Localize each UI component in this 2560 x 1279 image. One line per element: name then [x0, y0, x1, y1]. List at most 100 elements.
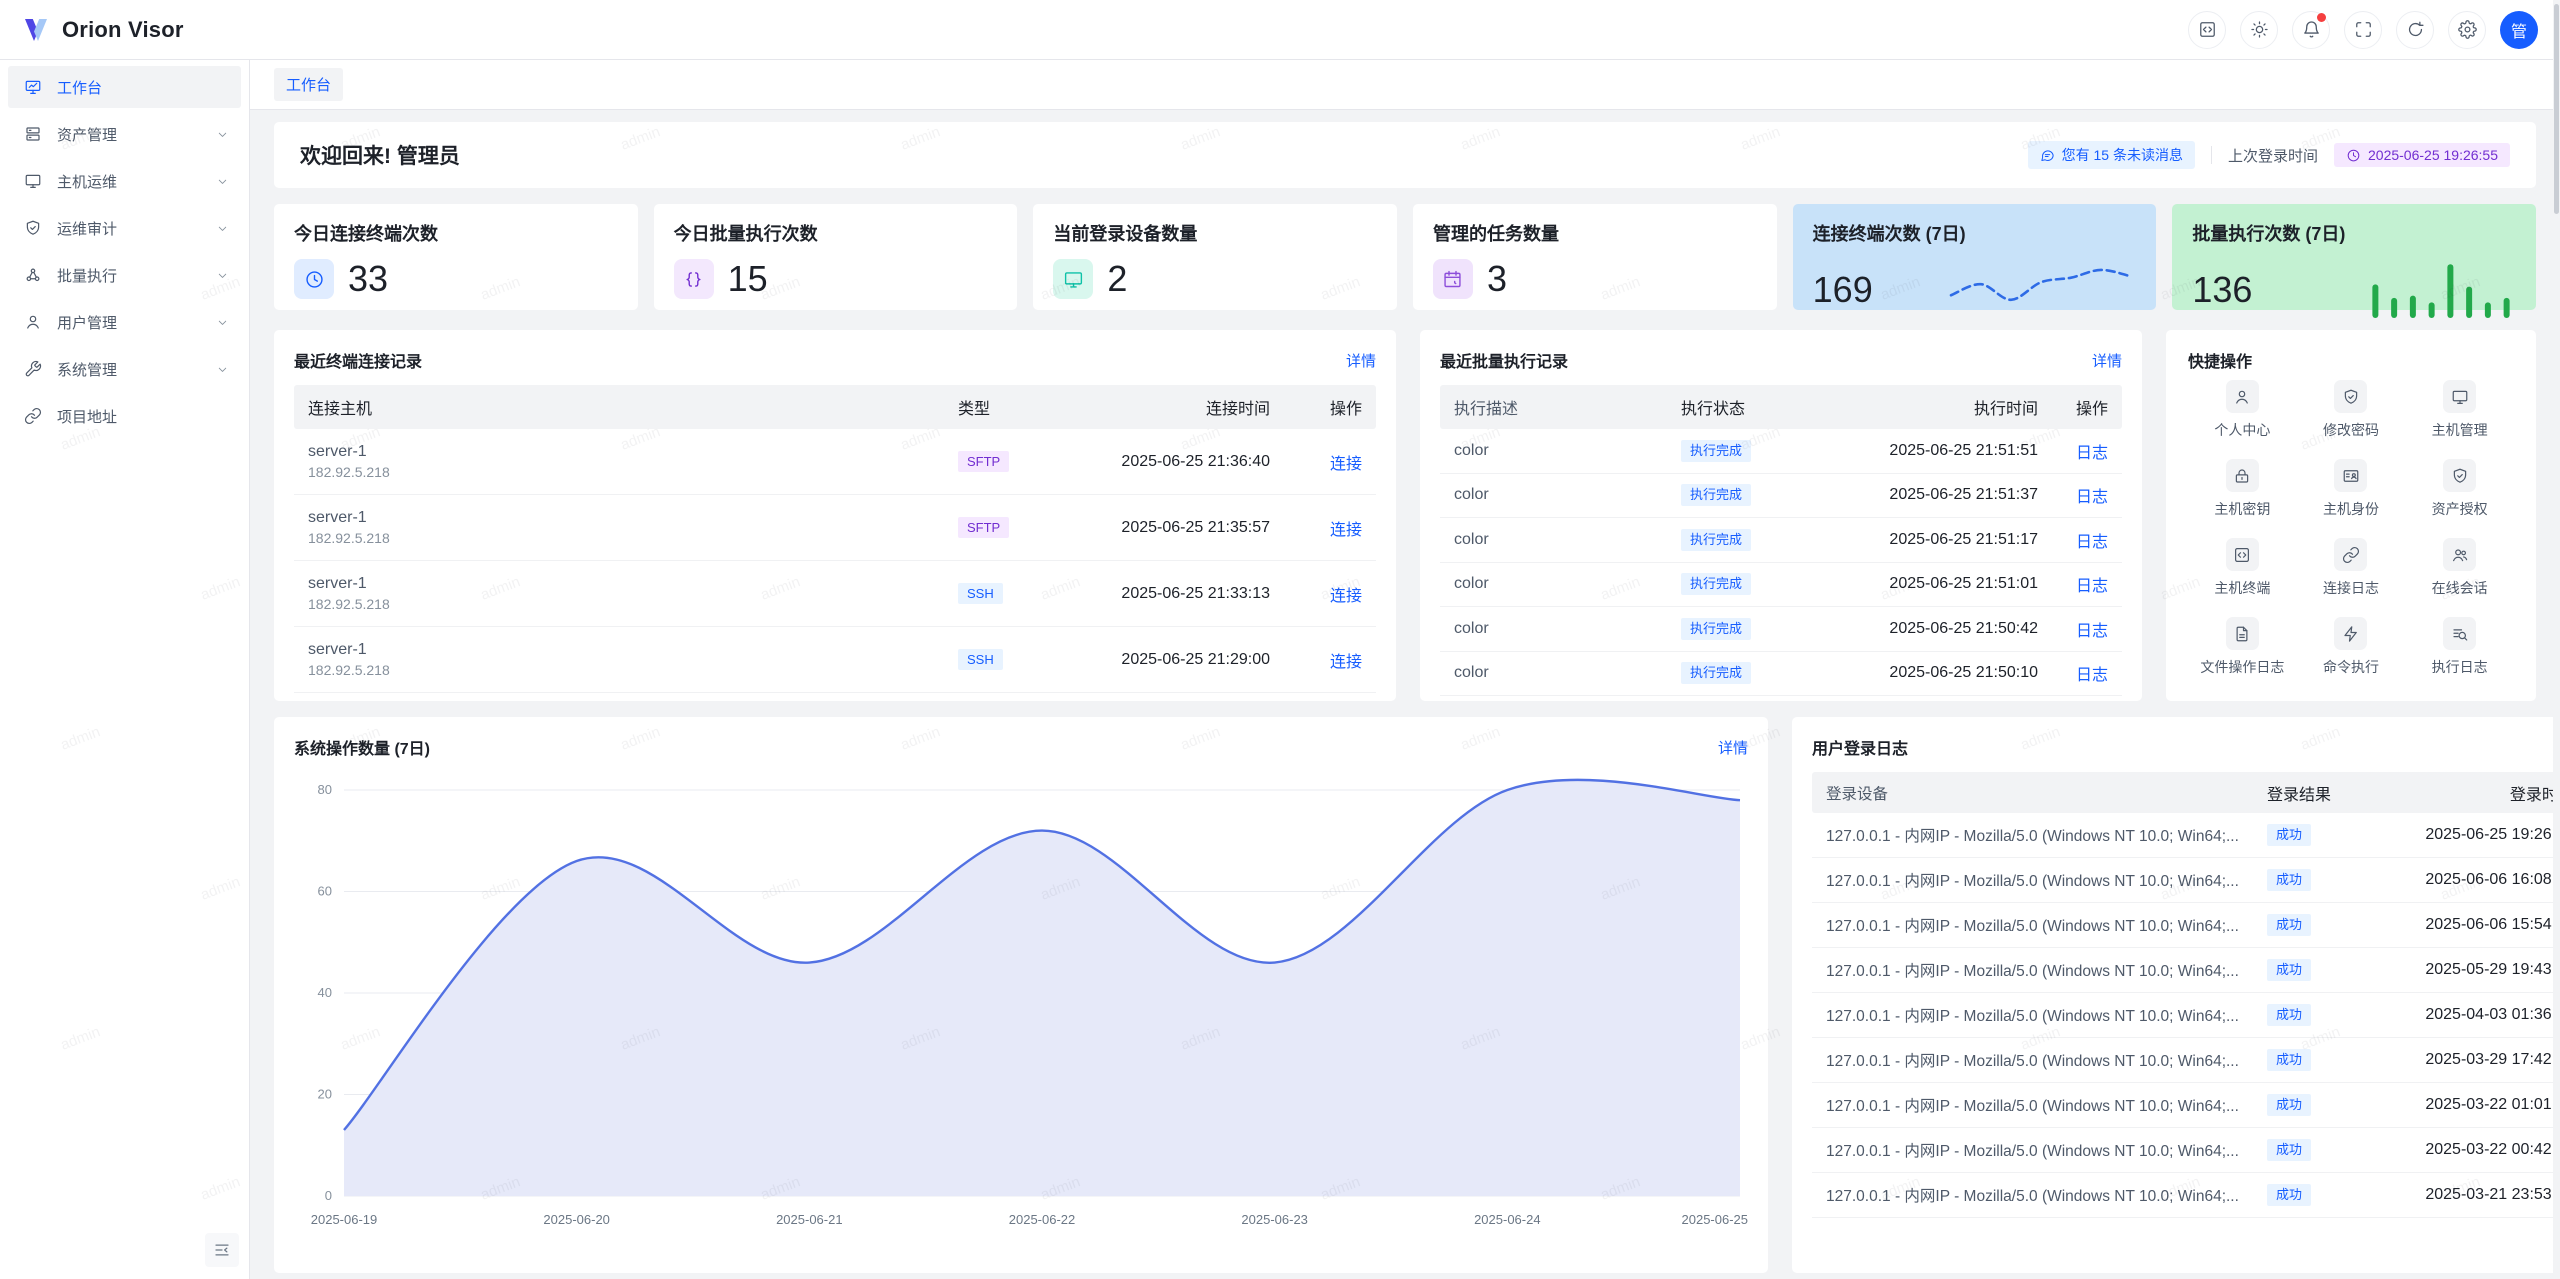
refresh-icon	[2406, 20, 2425, 39]
user-avatar[interactable]: 管	[2500, 11, 2538, 49]
quick-action-label: 执行日志	[2432, 657, 2488, 677]
sidebar-item-system-management[interactable]: 系统管理	[8, 348, 241, 390]
scrollbar-thumb[interactable]	[2554, 4, 2559, 214]
sidebar-item-label: 用户管理	[57, 312, 117, 333]
theme-toggle-button[interactable]	[2240, 11, 2278, 49]
notifications-button[interactable]	[2292, 11, 2330, 49]
topbar: Orion Visor 管	[0, 0, 2560, 60]
users-icon	[2451, 546, 2469, 564]
connect-link[interactable]: 连接	[1330, 654, 1362, 671]
table-row: color执行完成2025-06-25 21:51:17日志	[1440, 518, 2122, 563]
sidebar-item-label: 资产管理	[57, 124, 117, 145]
code-square-icon	[2226, 538, 2259, 571]
stat-label: 今日连接终端次数	[294, 220, 618, 246]
stat-card-batch-week: 批量执行次数 (7日) 136	[2172, 204, 2536, 310]
quick-action-online-sessions[interactable]: 在线会话	[2405, 538, 2514, 598]
batch-records-detail-link[interactable]: 详情	[2092, 350, 2122, 371]
connect-time: 2025-06-25 21:33:13	[1054, 585, 1284, 603]
sidebar-item-user-management[interactable]: 用户管理	[8, 301, 241, 343]
quick-action-label: 主机管理	[2432, 420, 2488, 440]
svg-text:2025-06-21: 2025-06-21	[776, 1212, 843, 1227]
chevron-down-icon	[216, 128, 229, 141]
terminal-records-detail-link[interactable]: 详情	[1346, 350, 1376, 371]
sidebar-item-workbench[interactable]: 工作台	[8, 66, 241, 108]
login-result-badge: 成功	[2267, 1049, 2311, 1071]
sidebar-item-host-ops[interactable]: 主机运维	[8, 160, 241, 202]
status-badge: 执行完成	[1681, 618, 1751, 640]
quick-action-execution-log[interactable]: 执行日志	[2405, 617, 2514, 677]
code-settings-button[interactable]	[2188, 11, 2226, 49]
login-result-badge: 成功	[2267, 824, 2311, 846]
login-device: 127.0.0.1 - 内网IP - Mozilla/5.0 (Windows …	[1812, 1004, 2253, 1026]
content: 欢迎回来! 管理员 您有 15 条未读消息 上次登录时间 2025-06-25 …	[250, 110, 2560, 1279]
host-ip: 182.92.5.218	[308, 662, 930, 678]
refresh-button[interactable]	[2396, 11, 2434, 49]
last-login-time: 2025-06-25 19:26:55	[2368, 147, 2498, 163]
connect-link[interactable]: 连接	[1330, 522, 1362, 539]
breadcrumb-item-workbench[interactable]: 工作台	[274, 68, 343, 101]
login-result-badge: 成功	[2267, 914, 2311, 936]
quick-action-host-keys[interactable]: 主机密钥	[2188, 459, 2297, 519]
exec-time: 2025-06-25 21:51:17	[1817, 531, 2052, 549]
quick-action-host-terminal[interactable]: 主机终端	[2188, 538, 2297, 598]
sidebar-item-label: 项目地址	[57, 406, 117, 427]
log-link[interactable]: 日志	[2076, 489, 2108, 506]
bottom-row: 系统操作数量 (7日) 详情 0204060802025-06-192025-0…	[274, 717, 2536, 1273]
log-link[interactable]: 日志	[2076, 534, 2108, 551]
orion-visor-dashboard: Orion Visor 管 工作台资产管理主机运维运维审计批量执行用户管理系统管…	[0, 0, 2560, 1279]
batch-icon	[24, 266, 42, 284]
quick-action-host-identity[interactable]: 主机身份	[2297, 459, 2406, 519]
unread-messages-chip[interactable]: 您有 15 条未读消息	[2028, 141, 2195, 169]
ops-chart-detail-link[interactable]: 详情	[1718, 737, 1748, 758]
connect-link[interactable]: 连接	[1330, 588, 1362, 605]
quick-action-file-operation-log[interactable]: 文件操作日志	[2188, 617, 2297, 677]
login-device: 127.0.0.1 - 内网IP - Mozilla/5.0 (Windows …	[1812, 914, 2253, 936]
shield-check-icon	[2451, 467, 2469, 485]
stat-card-tasks: 管理的任务数量 3	[1413, 204, 1777, 310]
table-row: server-1182.92.5.218SSH2025-06-25 21:29:…	[294, 627, 1376, 693]
exec-description: color	[1440, 531, 1667, 549]
sidebar-item-ops-audit[interactable]: 运维审计	[8, 207, 241, 249]
log-link[interactable]: 日志	[2076, 623, 2108, 640]
table-row: server-1182.92.5.218SFTP2025-06-25 21:36…	[294, 429, 1376, 495]
card-title: 最近终端连接记录	[294, 348, 422, 372]
sidebar-item-asset-management[interactable]: 资产管理	[8, 113, 241, 155]
column-header: 连接主机	[294, 395, 944, 419]
table-header: 连接主机类型连接时间操作	[294, 385, 1376, 429]
column-header: 执行状态	[1667, 395, 1817, 419]
table-row: color执行完成2025-06-25 21:51:37日志	[1440, 474, 2122, 519]
file-icon	[2233, 625, 2251, 643]
quick-action-asset-authorization[interactable]: 资产授权	[2405, 459, 2514, 519]
svg-text:80: 80	[318, 782, 332, 797]
quick-action-personal-center[interactable]: 个人中心	[2188, 380, 2297, 440]
login-device: 127.0.0.1 - 内网IP - Mozilla/5.0 (Windows …	[1812, 959, 2253, 981]
quick-action-command-execution[interactable]: 命令执行	[2297, 617, 2406, 677]
sidebar-item-batch-execution[interactable]: 批量执行	[8, 254, 241, 296]
svg-text:0: 0	[325, 1188, 332, 1203]
column-header: 登录结果	[2253, 781, 2373, 805]
fullscreen-button[interactable]	[2344, 11, 2382, 49]
scrollbar[interactable]	[2553, 0, 2560, 1279]
sun-icon	[2250, 20, 2269, 39]
code-square-icon	[2198, 20, 2217, 39]
sidebar-collapse-button[interactable]	[205, 1233, 239, 1267]
sidebar-item-project-link[interactable]: 项目地址	[8, 395, 241, 437]
app-logo[interactable]: Orion Visor	[20, 14, 184, 46]
log-link[interactable]: 日志	[2076, 445, 2108, 462]
log-link[interactable]: 日志	[2076, 667, 2108, 684]
ops-area-chart: 0204060802025-06-192025-06-202025-06-212…	[294, 772, 1748, 1252]
connect-time: 2025-06-25 21:35:57	[1054, 519, 1284, 537]
ops-chart-card: 系统操作数量 (7日) 详情 0204060802025-06-192025-0…	[274, 717, 1768, 1273]
settings-button[interactable]	[2448, 11, 2486, 49]
monitor-icon	[2451, 388, 2469, 406]
bell-icon	[2302, 20, 2321, 39]
quick-action-connection-log[interactable]: 连接日志	[2297, 538, 2406, 598]
protocol-tag: SSH	[958, 583, 1003, 605]
exec-time: 2025-06-25 21:51:51	[1817, 442, 2052, 460]
connect-link[interactable]: 连接	[1330, 456, 1362, 473]
log-link[interactable]: 日志	[2076, 578, 2108, 595]
quick-action-host-management[interactable]: 主机管理	[2405, 380, 2514, 440]
quick-action-change-password[interactable]: 修改密码	[2297, 380, 2406, 440]
exec-time: 2025-06-25 21:50:10	[1817, 664, 2052, 682]
id-card-icon	[2334, 459, 2367, 492]
